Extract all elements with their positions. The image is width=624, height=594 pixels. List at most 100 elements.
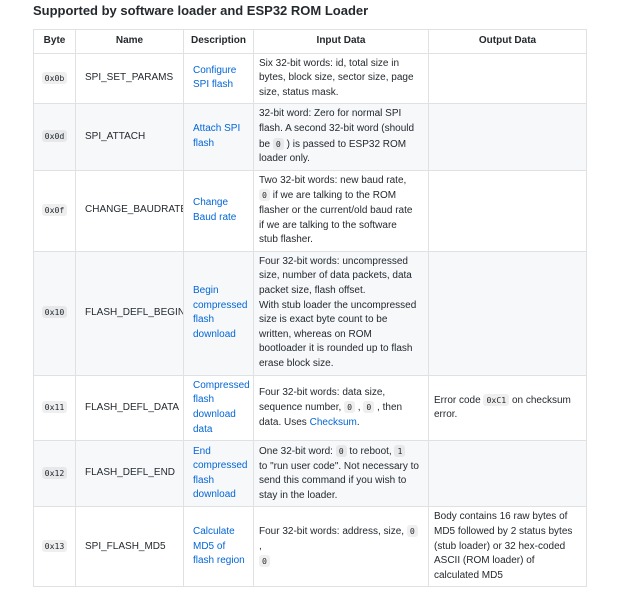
output-data: Error code 0xC1 on checksum error. xyxy=(428,374,587,442)
output-line: Body contains 16 raw bytes of xyxy=(434,511,568,523)
description-link[interactable]: Attach SPI flash xyxy=(183,103,254,171)
checksum-link[interactable]: Checksum xyxy=(310,417,357,428)
description-line: Configure xyxy=(193,64,237,76)
byte-cell: 0x12 xyxy=(33,440,76,508)
inline-code: 0x0b xyxy=(41,71,68,84)
command-name: FLASH_DEFL_END xyxy=(75,440,184,508)
table-row: 0x0d SPI_ATTACH Attach SPI flash 32-bit word… xyxy=(33,103,587,171)
input-line: flash. A second 32-bit word (should xyxy=(259,122,415,134)
output-data xyxy=(428,440,587,508)
description-line: data xyxy=(193,423,213,435)
output-data xyxy=(428,52,587,105)
input-line: Four 32-bit words: data size, xyxy=(259,386,386,398)
input-line: size, number of data packets, data xyxy=(259,270,412,282)
input-line: packet size, flash offset. xyxy=(259,285,366,297)
description-line: Attach SPI xyxy=(193,123,241,135)
description-line: SPI flash xyxy=(193,79,234,91)
input-data: Four 32-bit words: address, size, 0 ,0 xyxy=(253,506,429,588)
description-link[interactable]: Change Baud rate xyxy=(183,169,254,252)
description-line: Calculate xyxy=(193,526,235,538)
input-line: bootloader it is rounded up to flash xyxy=(259,343,413,355)
inline-code: 0x0d xyxy=(41,130,68,143)
inline-code: 0 xyxy=(335,445,347,458)
input-line: erase block size. xyxy=(259,358,334,369)
output-line: (stub loader) or 32 hex-coded xyxy=(434,540,566,552)
input-line: 0 xyxy=(259,555,270,568)
table-header-row: Byte Name Description Input Data Output … xyxy=(33,29,587,54)
input-line: send this command if you wish to xyxy=(259,475,407,487)
input-line: sequence number, 0 , 0 , then xyxy=(259,401,403,414)
byte-cell: 0x10 xyxy=(33,250,76,376)
header-name: Name xyxy=(75,29,184,54)
inline-code: 0x0f xyxy=(41,203,68,216)
inline-code: 0 xyxy=(259,555,270,568)
description-link[interactable]: Begin compressed flash download xyxy=(183,250,254,376)
output-line: Error code 0xC1 on checksum xyxy=(434,393,571,406)
description-link[interactable]: Configure SPI flash xyxy=(183,52,254,105)
inline-code: 0 xyxy=(406,525,418,538)
header-description: Description xyxy=(183,29,254,54)
input-line: stub flasher. xyxy=(259,234,313,246)
input-line: Four 32-bit words: address, size, 0 , xyxy=(259,525,418,552)
input-line: be 0 ) is passed to ESP32 ROM xyxy=(259,137,407,150)
table-body: 0x0b SPI_SET_PARAMS Configure SPI flash Six … xyxy=(33,52,587,588)
description-line: MD5 of xyxy=(193,540,226,552)
output-line: MD5 followed by 2 status bytes xyxy=(434,526,573,538)
input-line: 0 if we are talking to the ROM xyxy=(259,189,396,202)
description-line: download xyxy=(193,408,236,420)
output-line: ASCII (ROM loader) of xyxy=(434,555,535,567)
input-line: Two 32-bit words: new baud rate, xyxy=(259,174,407,186)
description-line: download xyxy=(193,328,236,340)
command-name: SPI_ATTACH xyxy=(75,103,184,171)
description-line: Change xyxy=(193,197,229,209)
byte-cell: 0x0d xyxy=(33,103,76,171)
description-line: download xyxy=(193,489,236,501)
input-data: Four 32-bit words: uncompressed size, num… xyxy=(253,250,429,376)
description-line: End xyxy=(193,445,211,457)
input-line: stay in the loader. xyxy=(259,489,338,501)
input-data: Six 32-bit words: id, total size in bytes… xyxy=(253,52,429,105)
description-link[interactable]: End compressed flash download xyxy=(183,440,254,508)
inline-code: 1 xyxy=(394,445,406,458)
command-name: FLASH_DEFL_DATA xyxy=(75,374,184,442)
input-line: With stub loader the uncompressed xyxy=(259,299,417,311)
input-data: Four 32-bit words: data size, sequence nu… xyxy=(253,374,429,442)
table-row: 0x0f CHANGE_BAUDRATE Change Baud rate Two 32… xyxy=(33,169,587,252)
byte-cell: 0x11 xyxy=(33,374,76,442)
description-line: Begin xyxy=(193,285,219,297)
output-data xyxy=(428,169,587,252)
table-row: 0x11 FLASH_DEFL_DATA Compressed flash downlo… xyxy=(33,374,587,442)
input-line: size is exact byte count to be xyxy=(259,314,388,326)
description-line: compressed xyxy=(193,460,248,472)
table-row: 0x10 FLASH_DEFL_BEGIN Begin compressed flash… xyxy=(33,250,587,376)
description-line: flash region xyxy=(193,555,245,567)
input-data: 32-bit word: Zero for normal SPI flash. A… xyxy=(253,103,429,171)
input-line: to "run user code". Not necessary to xyxy=(259,460,419,472)
inline-code: 0x13 xyxy=(41,540,68,553)
table-row: 0x12 FLASH_DEFL_END End compressed flash down… xyxy=(33,440,587,508)
input-line: if we are talking to the software xyxy=(259,219,397,231)
byte-cell: 0x0b xyxy=(33,52,76,105)
command-name: FLASH_DEFL_BEGIN xyxy=(75,250,184,376)
description-link[interactable]: Compressed flash download data xyxy=(183,374,254,442)
command-name: SPI_FLASH_MD5 xyxy=(75,506,184,588)
description-line: flash xyxy=(193,394,215,406)
output-data xyxy=(428,250,587,376)
commands-table: Byte Name Description Input Data Output … xyxy=(33,29,587,588)
description-line: flash xyxy=(193,138,215,150)
input-line: Six 32-bit words: id, total size in xyxy=(259,57,400,69)
description-line: Baud rate xyxy=(193,211,237,223)
byte-cell: 0x0f xyxy=(33,169,76,252)
inline-code: 0x11 xyxy=(41,401,68,414)
inline-code: 0x12 xyxy=(41,466,68,479)
output-data xyxy=(428,103,587,171)
inline-code: 0 xyxy=(344,401,355,414)
description-link[interactable]: Calculate MD5 of flash region xyxy=(183,506,254,588)
inline-code: 0xC1 xyxy=(483,393,510,406)
output-data: Body contains 16 raw bytes of MD5 followe… xyxy=(428,506,587,588)
input-data: Two 32-bit words: new baud rate, 0 if we … xyxy=(253,169,429,252)
table-row: 0x0b SPI_SET_PARAMS Configure SPI flash Six … xyxy=(33,52,587,105)
input-data: One 32-bit word: 0 to reboot, 1 to "run u… xyxy=(253,440,429,508)
inline-code: 0 xyxy=(259,189,270,202)
command-name: SPI_SET_PARAMS xyxy=(75,52,184,105)
